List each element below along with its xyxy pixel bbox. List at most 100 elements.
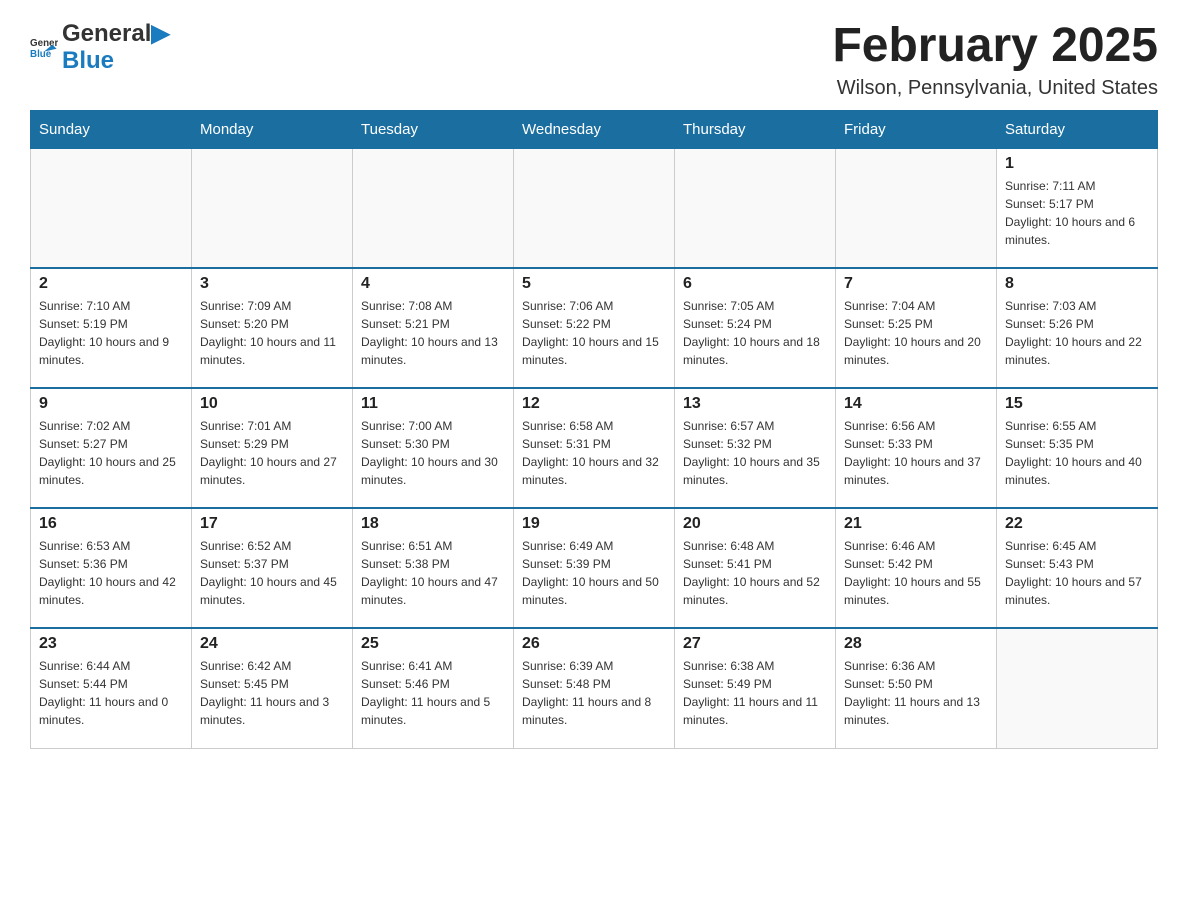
calendar-week-row: 9Sunrise: 7:02 AMSunset: 5:27 PMDaylight… (31, 388, 1158, 508)
day-number: 11 (361, 395, 505, 413)
day-number: 5 (522, 275, 666, 293)
svg-text:Blue: Blue (30, 50, 52, 61)
day-info: Sunrise: 6:44 AMSunset: 5:44 PMDaylight:… (39, 657, 183, 729)
calendar-day-cell: 8 Sunrise: 7:03 AMSunset: 5:26 PMDaylight… (997, 268, 1158, 388)
day-info: Sunrise: 6:48 AMSunset: 5:41 PMDaylight:… (683, 537, 827, 609)
calendar-day-cell (514, 148, 675, 268)
day-number: 24 (200, 635, 344, 653)
calendar-day-cell: 25 Sunrise: 6:41 AMSunset: 5:46 PMDayligh… (353, 628, 514, 748)
day-info: Sunrise: 6:53 AMSunset: 5:36 PMDaylight:… (39, 537, 183, 609)
day-info: Sunrise: 7:10 AMSunset: 5:19 PMDaylight:… (39, 297, 183, 369)
calendar-day-cell: 4Sunrise: 7:08 AMSunset: 5:21 PMDaylight… (353, 268, 514, 388)
logo: General Blue General▶ Blue (30, 20, 170, 73)
calendar-day-cell: 26 Sunrise: 6:39 AMSunset: 5:48 PMDayligh… (514, 628, 675, 748)
day-number: 19 (522, 515, 666, 533)
day-info: Sunrise: 7:02 AMSunset: 5:27 PMDaylight:… (39, 417, 183, 489)
calendar-table: SundayMondayTuesdayWednesdayThursdayFrid… (30, 110, 1158, 749)
calendar-day-cell: 21 Sunrise: 6:46 AMSunset: 5:42 PMDayligh… (836, 508, 997, 628)
day-info: Sunrise: 6:58 AMSunset: 5:31 PMDaylight:… (522, 417, 666, 489)
day-number: 22 (1005, 515, 1149, 533)
day-info: Sunrise: 6:52 AMSunset: 5:37 PMDaylight:… (200, 537, 344, 609)
calendar-day-cell: 22 Sunrise: 6:45 AMSunset: 5:43 PMDayligh… (997, 508, 1158, 628)
day-number: 20 (683, 515, 827, 533)
day-number: 8 (1005, 275, 1149, 293)
day-number: 1 (1005, 155, 1149, 173)
day-number: 25 (361, 635, 505, 653)
day-of-week-header: Sunday (31, 110, 192, 148)
logo-general: General (62, 20, 151, 47)
day-info: Sunrise: 7:03 AMSunset: 5:26 PMDaylight:… (1005, 297, 1149, 369)
day-info: Sunrise: 7:05 AMSunset: 5:24 PMDaylight:… (683, 297, 827, 369)
calendar-day-cell: 12 Sunrise: 6:58 AMSunset: 5:31 PMDayligh… (514, 388, 675, 508)
day-number: 7 (844, 275, 988, 293)
day-number: 23 (39, 635, 183, 653)
day-number: 18 (361, 515, 505, 533)
logo-blue: Blue (62, 49, 170, 73)
day-of-week-header: Thursday (675, 110, 836, 148)
calendar-day-cell: 3 Sunrise: 7:09 AMSunset: 5:20 PMDaylight… (192, 268, 353, 388)
calendar-day-cell: 14Sunrise: 6:56 AMSunset: 5:33 PMDayligh… (836, 388, 997, 508)
day-number: 26 (522, 635, 666, 653)
calendar-day-cell: 27Sunrise: 6:38 AMSunset: 5:49 PMDayligh… (675, 628, 836, 748)
day-number: 4 (361, 275, 505, 293)
day-of-week-header: Friday (836, 110, 997, 148)
calendar-day-cell: 15Sunrise: 6:55 AMSunset: 5:35 PMDayligh… (997, 388, 1158, 508)
calendar-day-cell (836, 148, 997, 268)
calendar-day-cell (192, 148, 353, 268)
day-info: Sunrise: 7:00 AMSunset: 5:30 PMDaylight:… (361, 417, 505, 489)
day-number: 10 (200, 395, 344, 413)
calendar-day-cell (353, 148, 514, 268)
day-of-week-header: Tuesday (353, 110, 514, 148)
day-info: Sunrise: 6:56 AMSunset: 5:33 PMDaylight:… (844, 417, 988, 489)
page-header: General Blue General▶ Blue February 2025… (30, 20, 1158, 100)
day-number: 28 (844, 635, 988, 653)
logo-icon: General Blue (30, 32, 58, 60)
calendar-day-cell: 24 Sunrise: 6:42 AMSunset: 5:45 PMDayligh… (192, 628, 353, 748)
day-info: Sunrise: 6:49 AMSunset: 5:39 PMDaylight:… (522, 537, 666, 609)
calendar-header-row: SundayMondayTuesdayWednesdayThursdayFrid… (31, 110, 1158, 148)
day-info: Sunrise: 6:45 AMSunset: 5:43 PMDaylight:… (1005, 537, 1149, 609)
location: Wilson, Pennsylvania, United States (832, 77, 1158, 100)
calendar-day-cell: 7Sunrise: 7:04 AMSunset: 5:25 PMDaylight… (836, 268, 997, 388)
day-number: 6 (683, 275, 827, 293)
calendar-day-cell (31, 148, 192, 268)
calendar-week-row: 2 Sunrise: 7:10 AMSunset: 5:19 PMDaylight… (31, 268, 1158, 388)
day-number: 16 (39, 515, 183, 533)
calendar-day-cell: 28 Sunrise: 6:36 AMSunset: 5:50 PMDayligh… (836, 628, 997, 748)
day-number: 2 (39, 275, 183, 293)
day-number: 12 (522, 395, 666, 413)
day-number: 21 (844, 515, 988, 533)
calendar-day-cell: 19 Sunrise: 6:49 AMSunset: 5:39 PMDayligh… (514, 508, 675, 628)
day-info: Sunrise: 6:42 AMSunset: 5:45 PMDaylight:… (200, 657, 344, 729)
day-of-week-header: Monday (192, 110, 353, 148)
calendar-day-cell: 5 Sunrise: 7:06 AMSunset: 5:22 PMDaylight… (514, 268, 675, 388)
day-number: 3 (200, 275, 344, 293)
calendar-day-cell: 23 Sunrise: 6:44 AMSunset: 5:44 PMDayligh… (31, 628, 192, 748)
day-info: Sunrise: 6:46 AMSunset: 5:42 PMDaylight:… (844, 537, 988, 609)
day-info: Sunrise: 6:39 AMSunset: 5:48 PMDaylight:… (522, 657, 666, 729)
calendar-day-cell: 2 Sunrise: 7:10 AMSunset: 5:19 PMDaylight… (31, 268, 192, 388)
calendar-day-cell: 18Sunrise: 6:51 AMSunset: 5:38 PMDayligh… (353, 508, 514, 628)
logo-triangle: ▶ (151, 20, 169, 47)
title-section: February 2025 Wilson, Pennsylvania, Unit… (832, 20, 1158, 100)
day-info: Sunrise: 7:06 AMSunset: 5:22 PMDaylight:… (522, 297, 666, 369)
day-info: Sunrise: 6:57 AMSunset: 5:32 PMDaylight:… (683, 417, 827, 489)
day-number: 27 (683, 635, 827, 653)
day-number: 15 (1005, 395, 1149, 413)
calendar-day-cell: 11 Sunrise: 7:00 AMSunset: 5:30 PMDayligh… (353, 388, 514, 508)
day-info: Sunrise: 7:11 AMSunset: 5:17 PMDaylight:… (1005, 177, 1149, 249)
day-number: 13 (683, 395, 827, 413)
calendar-week-row: 23 Sunrise: 6:44 AMSunset: 5:44 PMDayligh… (31, 628, 1158, 748)
calendar-day-cell: 6 Sunrise: 7:05 AMSunset: 5:24 PMDaylight… (675, 268, 836, 388)
calendar-day-cell: 9Sunrise: 7:02 AMSunset: 5:27 PMDaylight… (31, 388, 192, 508)
calendar-day-cell: 20 Sunrise: 6:48 AMSunset: 5:41 PMDayligh… (675, 508, 836, 628)
calendar-day-cell (997, 628, 1158, 748)
day-of-week-header: Wednesday (514, 110, 675, 148)
day-number: 17 (200, 515, 344, 533)
day-info: Sunrise: 7:09 AMSunset: 5:20 PMDaylight:… (200, 297, 344, 369)
calendar-day-cell: 1 Sunrise: 7:11 AMSunset: 5:17 PMDaylight… (997, 148, 1158, 268)
logo-text: General▶ (62, 20, 170, 49)
day-info: Sunrise: 6:36 AMSunset: 5:50 PMDaylight:… (844, 657, 988, 729)
day-info: Sunrise: 6:41 AMSunset: 5:46 PMDaylight:… (361, 657, 505, 729)
day-of-week-header: Saturday (997, 110, 1158, 148)
